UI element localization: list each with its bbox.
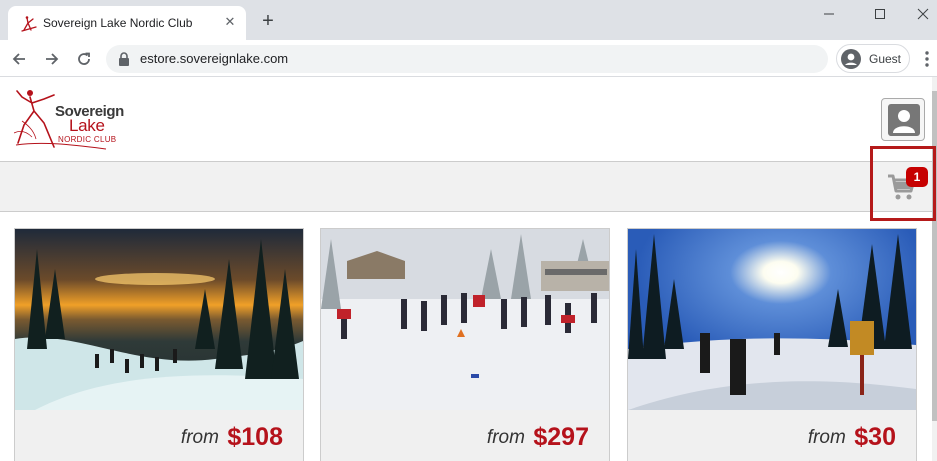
address-bar[interactable]: estore.sovereignlake.com	[106, 45, 828, 73]
guest-avatar-icon	[841, 49, 861, 69]
tab-title: Sovereign Lake Nordic Club	[43, 16, 193, 30]
lock-icon	[119, 52, 129, 66]
price-area: from $108	[15, 410, 303, 461]
price-value: $297	[533, 423, 589, 451]
store-page: Sovereign Lake NORDIC CLUB 1 from $108 f…	[0, 77, 937, 461]
browser-tab[interactable]: Sovereign Lake Nordic Club ✕	[8, 6, 246, 40]
price-row: from $297	[487, 423, 589, 452]
price-value: $30	[854, 423, 896, 451]
tab-close-icon[interactable]: ✕	[222, 14, 238, 30]
group-ski-lesson-photo[interactable]	[321, 229, 609, 410]
price-value: $108	[227, 423, 283, 451]
forward-arrow-icon[interactable]	[41, 48, 63, 70]
profile-button[interactable]: Guest	[836, 44, 910, 73]
price-row: from $108	[181, 423, 283, 452]
sunny-snowshoe-trail-photo[interactable]	[628, 229, 916, 410]
user-silhouette-icon	[888, 104, 920, 136]
back-arrow-icon[interactable]	[8, 48, 30, 70]
sovereign-lake-logo[interactable]: Sovereign Lake NORDIC CLUB	[14, 85, 132, 153]
new-tab-plus-icon[interactable]: +	[258, 11, 278, 31]
url-text: estore.sovereignlake.com	[140, 51, 289, 66]
sunset-ski-trail-photo[interactable]	[15, 229, 303, 410]
browser-menu-icon[interactable]	[918, 48, 936, 70]
window-close-icon[interactable]	[900, 0, 937, 28]
cart-count-badge[interactable]: 1	[906, 167, 928, 187]
price-from-label: from	[807, 427, 846, 448]
logo-text-lake: Lake	[69, 116, 105, 135]
price-area: from $30	[628, 410, 916, 461]
logo-text-nordic-club: NORDIC CLUB	[58, 135, 117, 144]
account-button[interactable]	[881, 98, 925, 141]
product-card[interactable]: from $297	[320, 228, 610, 461]
price-row: from $30	[808, 423, 896, 452]
price-area: from $297	[321, 410, 609, 461]
product-card[interactable]: from $30	[627, 228, 917, 461]
profile-label: Guest	[869, 52, 902, 66]
navigation-bar	[0, 161, 932, 212]
window-maximize-icon[interactable]	[857, 0, 903, 28]
sovereign-lake-favicon-icon	[21, 16, 37, 32]
browser-tab-strip: Sovereign Lake Nordic Club ✕ +	[0, 0, 937, 40]
browser-toolbar: estore.sovereignlake.com Guest	[0, 40, 937, 77]
price-from-label: from	[486, 427, 525, 448]
scrollbar-thumb[interactable]	[932, 91, 937, 421]
window-minimize-icon[interactable]	[806, 0, 852, 28]
price-from-label: from	[180, 427, 219, 448]
reload-icon[interactable]	[73, 48, 95, 70]
product-card[interactable]: from $108	[14, 228, 304, 461]
